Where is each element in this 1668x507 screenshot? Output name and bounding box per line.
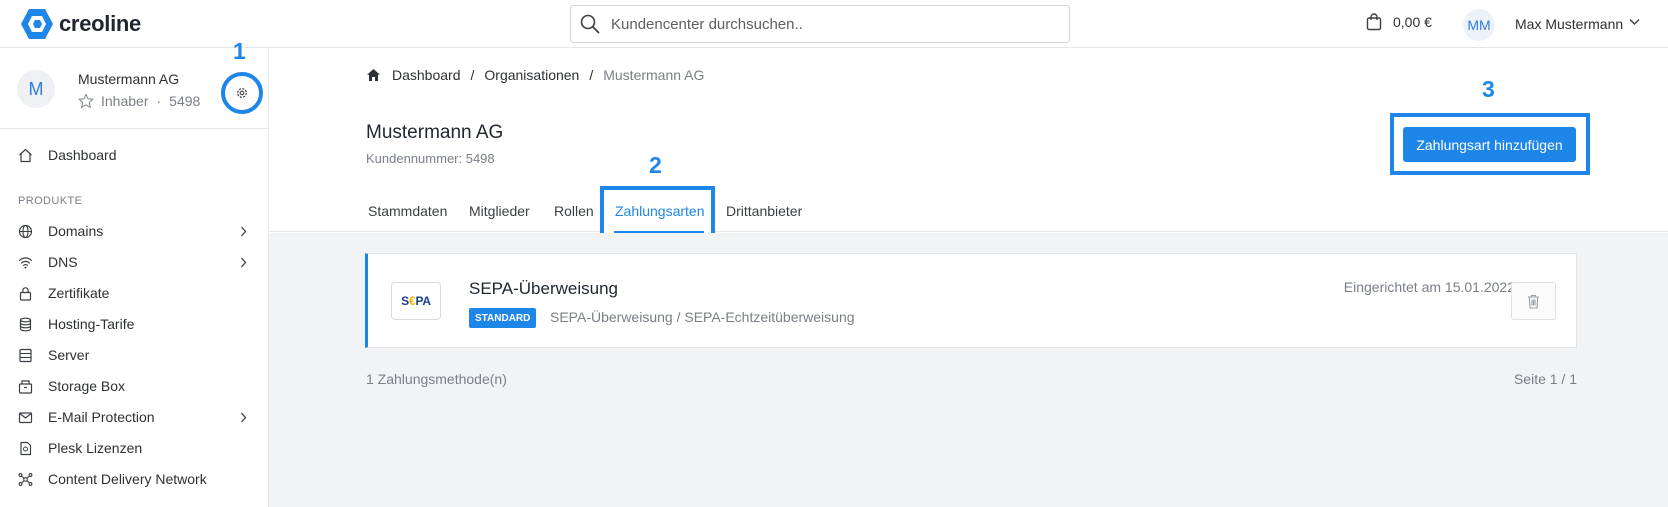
- breadcrumb-current: Mustermann AG: [603, 67, 705, 83]
- sidebar-item-domains[interactable]: Domains: [0, 216, 268, 246]
- breadcrumb-dashboard[interactable]: Dashboard: [392, 67, 461, 83]
- sidebar-item-plesk-lizenzen[interactable]: Plesk Lizenzen: [0, 433, 268, 463]
- star-icon: [78, 93, 94, 108]
- chevron-down-icon[interactable]: [1629, 18, 1640, 26]
- org-settings-button[interactable]: [221, 72, 263, 114]
- annotation-3: 3: [1482, 76, 1495, 102]
- tab-zahlungsarten[interactable]: Zahlungsarten: [615, 203, 705, 219]
- annotation-2: 2: [649, 152, 662, 178]
- sidebar-item-label: Domains: [48, 223, 104, 239]
- server-icon: [19, 348, 32, 363]
- setup-date: Eingerichtet am 15.01.2022: [1343, 279, 1515, 295]
- tab-rollen[interactable]: Rollen: [554, 203, 594, 219]
- delete-button[interactable]: [1511, 282, 1556, 320]
- sidebar-item-hosting-tarife[interactable]: Hosting-Tarife: [0, 309, 268, 339]
- section-label-products: PRODUKTE: [18, 195, 83, 207]
- payment-method-description: SEPA-Überweisung / SEPA-Echtzeitüberweis…: [550, 309, 855, 325]
- shopping-bag-icon: [1366, 13, 1382, 31]
- gear-icon: [237, 88, 247, 98]
- sidebar-item-label: Server: [48, 347, 90, 363]
- add-payment-method-button[interactable]: Zahlungsart hinzufügen: [1403, 127, 1576, 162]
- sepa-logo-text: S: [401, 294, 409, 308]
- page-title: Mustermann AG: [366, 122, 504, 143]
- search-icon: [580, 14, 600, 34]
- chevron-right-icon: [241, 412, 247, 423]
- chevron-right-icon: [241, 226, 247, 237]
- tab-mitglieder[interactable]: Mitglieder: [469, 203, 530, 219]
- org-number: 5498: [169, 93, 201, 109]
- sidebar-item-e-mail-protection[interactable]: E-Mail Protection: [0, 402, 268, 432]
- mail-icon: [18, 412, 33, 424]
- sidebar-item-label: DNS: [48, 254, 78, 270]
- annotation-1: 1: [233, 38, 246, 64]
- sidebar-item-storage-box[interactable]: Storage Box: [0, 371, 268, 401]
- org-avatar: M: [17, 70, 55, 108]
- breadcrumb-separator: /: [589, 67, 594, 83]
- sepa-logo-text: PA: [415, 294, 431, 308]
- search-box[interactable]: [570, 5, 1070, 43]
- tab-drittanbieter[interactable]: Drittanbieter: [726, 203, 802, 219]
- lock-icon: [19, 287, 32, 301]
- payment-method-count: 1 Zahlungsmethode(n): [366, 371, 507, 387]
- breadcrumb-organisations[interactable]: Organisationen: [484, 67, 579, 83]
- logo-text: creoline: [59, 11, 141, 36]
- tab-stammdaten[interactable]: Stammdaten: [368, 203, 447, 219]
- chevron-right-icon: [241, 257, 247, 268]
- globe-icon: [18, 224, 33, 239]
- pagination-info: Seite 1 / 1: [1513, 371, 1577, 387]
- file-icon: [20, 441, 32, 456]
- meta-separator: ·: [156, 93, 162, 109]
- logo[interactable]: creoline: [20, 8, 141, 40]
- sidebar-item-zertifikate[interactable]: Zertifikate: [0, 278, 268, 308]
- top-bar: creoline 0,00 € MM Max Mustermann: [0, 0, 1668, 48]
- sidebar-item-label: Zertifikate: [48, 285, 110, 301]
- sidebar-item-label: Hosting-Tarife: [48, 316, 135, 332]
- home-icon[interactable]: [366, 68, 381, 82]
- trash-icon: [1528, 294, 1539, 309]
- user-avatar[interactable]: MM: [1463, 9, 1495, 41]
- sidebar-item-label: E-Mail Protection: [48, 409, 155, 425]
- org-role: Inhaber: [101, 93, 149, 109]
- org-meta: Inhaber · 5498: [78, 93, 200, 109]
- sidebar-item-label: Dashboard: [48, 147, 117, 163]
- search-input[interactable]: [611, 6, 1051, 42]
- sidebar-item-server[interactable]: Server: [0, 340, 268, 370]
- sidebar-item-dashboard[interactable]: Dashboard: [0, 140, 268, 170]
- user-name[interactable]: Max Mustermann: [1515, 16, 1623, 32]
- storage-icon: [18, 380, 33, 394]
- network-icon: [18, 473, 33, 486]
- sidebar-item-content-delivery-network[interactable]: Content Delivery Network: [0, 464, 268, 494]
- sidebar-item-label: Plesk Lizenzen: [48, 440, 143, 456]
- sidebar-item-label: Storage Box: [48, 378, 126, 394]
- wifi-icon: [18, 257, 33, 269]
- home-icon: [19, 148, 32, 163]
- payment-method-title: SEPA-Überweisung: [469, 279, 618, 298]
- logo-icon: [21, 9, 53, 39]
- org-card: M Mustermann AG Inhaber · 5498: [0, 48, 268, 129]
- cart-button[interactable]: 0,00 €: [1366, 13, 1432, 31]
- standard-badge: STANDARD: [469, 308, 537, 328]
- sidebar-item-label: Content Delivery Network: [48, 471, 207, 487]
- customer-number: Kundennummer: 5498: [366, 151, 495, 166]
- sepa-logo: S € PA: [391, 282, 441, 320]
- breadcrumb: Dashboard / Organisationen / Mustermann …: [366, 67, 704, 83]
- sidebar: M Mustermann AG Inhaber · 5498 Dashboard…: [0, 48, 269, 507]
- breadcrumb-separator: /: [470, 67, 475, 83]
- cart-amount: 0,00 €: [1393, 14, 1432, 30]
- org-name: Mustermann AG: [78, 71, 180, 87]
- sidebar-item-dns[interactable]: DNS: [0, 247, 268, 277]
- payment-method-card: S € PA SEPA-Überweisung STANDARD SEPA-Über…: [365, 253, 1577, 348]
- database-icon: [19, 317, 32, 332]
